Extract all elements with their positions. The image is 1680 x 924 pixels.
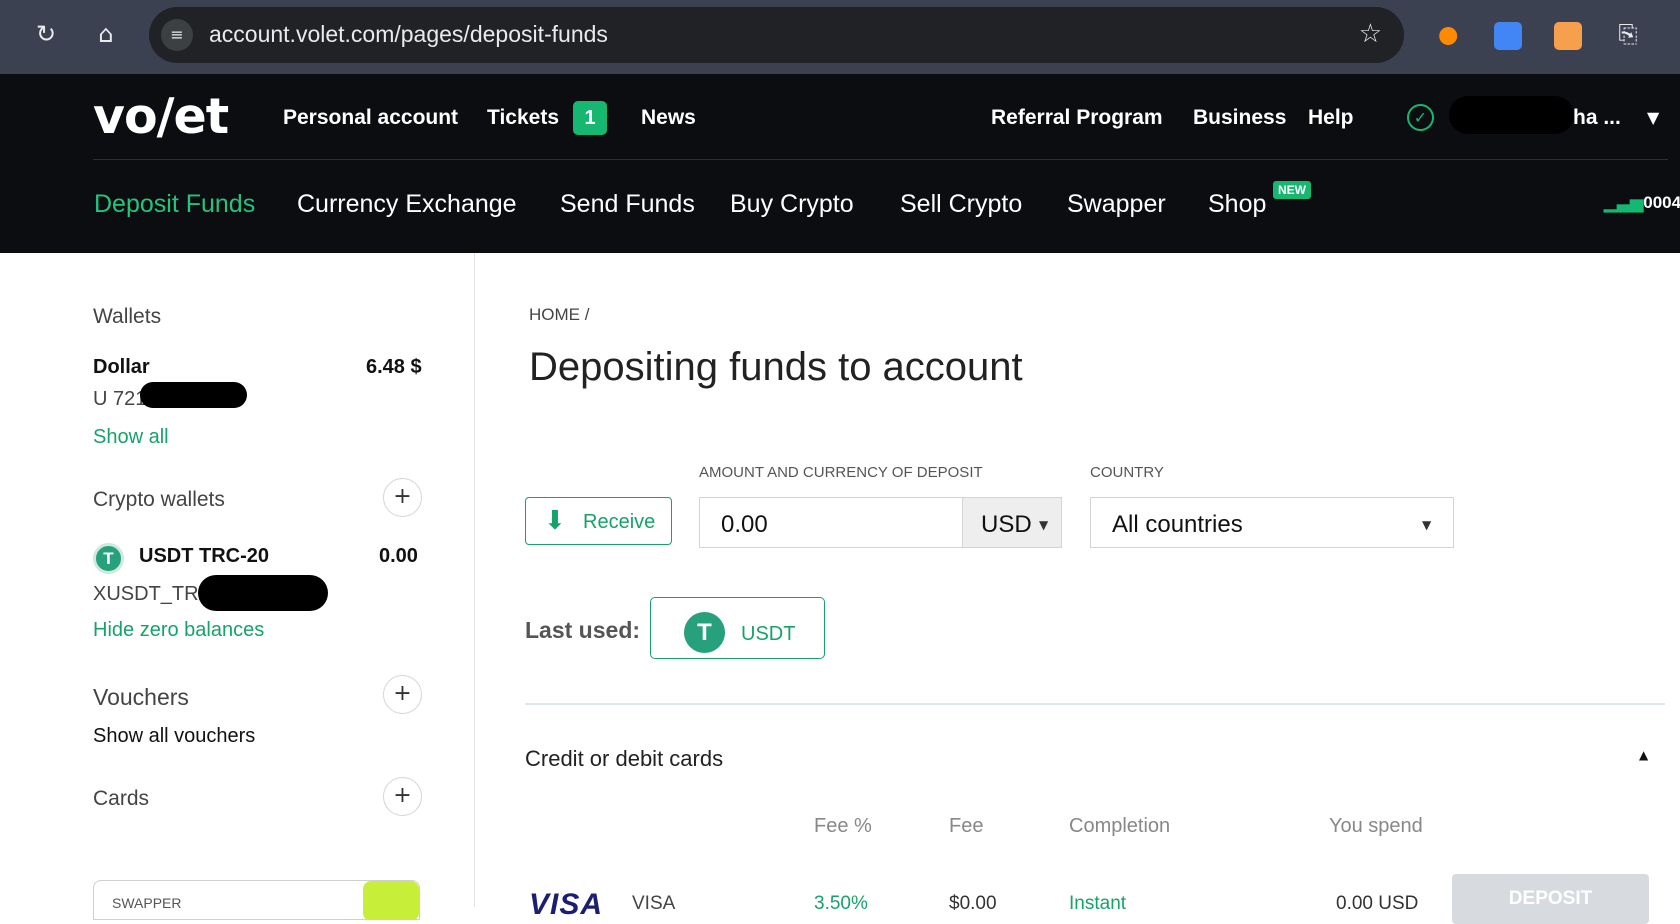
column-fee-percent: Fee % bbox=[814, 815, 872, 837]
tickets-count-badge[interactable]: 1 bbox=[573, 101, 607, 135]
nav-business[interactable]: Business bbox=[1193, 106, 1286, 130]
redaction bbox=[140, 382, 247, 408]
show-all-link[interactable]: Show all bbox=[93, 426, 169, 449]
column-you-spend: You spend bbox=[1329, 815, 1423, 837]
swapper-widget[interactable]: SWAPPER bbox=[93, 880, 420, 920]
column-completion: Completion bbox=[1069, 815, 1171, 837]
breadcrumb[interactable]: HOME / bbox=[529, 305, 589, 325]
nav-shop[interactable]: Shop bbox=[1208, 190, 1266, 219]
sidebar-divider bbox=[474, 253, 475, 907]
chevron-down-icon: ▼ bbox=[1039, 518, 1049, 532]
last-used-label: Last used: bbox=[525, 617, 641, 643]
credit-cards-section-title[interactable]: Credit or debit cards bbox=[525, 746, 723, 772]
stats-value: 0004 bbox=[1643, 193, 1680, 212]
method-completion: Instant bbox=[1069, 893, 1127, 914]
wallets-title: Wallets bbox=[93, 305, 162, 328]
column-fee: Fee bbox=[949, 815, 984, 837]
nav-send-funds[interactable]: Send Funds bbox=[560, 190, 695, 219]
nav-tickets[interactable]: Tickets bbox=[487, 106, 559, 130]
currency-value: USD bbox=[981, 511, 1032, 538]
last-used-currency: USDT bbox=[741, 623, 796, 645]
redaction bbox=[198, 575, 328, 611]
last-used-usdt-button[interactable]: T USDT bbox=[650, 597, 825, 659]
extension-icon[interactable] bbox=[1554, 22, 1582, 50]
hide-zero-balances-link[interactable]: Hide zero balances bbox=[93, 619, 264, 642]
site-header bbox=[0, 74, 1680, 253]
dollar-wallet-balance: 6.48 $ bbox=[366, 356, 422, 378]
extension-icon[interactable] bbox=[1437, 22, 1465, 50]
new-badge: NEW bbox=[1273, 181, 1311, 199]
volet-logo[interactable]: vo/et bbox=[93, 88, 229, 145]
currency-select[interactable]: USD ▼ bbox=[962, 497, 1062, 548]
translate-extension-icon[interactable] bbox=[1494, 22, 1522, 50]
nav-help[interactable]: Help bbox=[1308, 106, 1354, 130]
user-name[interactable]: ha ... bbox=[1573, 106, 1621, 130]
method-fee-percent: 3.50% bbox=[814, 893, 868, 914]
add-card-button[interactable]: + bbox=[383, 777, 422, 816]
show-all-vouchers-link[interactable]: Show all vouchers bbox=[93, 725, 255, 748]
browser-toolbar: ↻ ⌂ ≡ account.volet.com/pages/deposit-fu… bbox=[0, 0, 1680, 74]
nav-referral-program[interactable]: Referral Program bbox=[991, 106, 1163, 130]
bar-chart-icon: ▁▃▅ bbox=[1604, 193, 1644, 212]
dollar-wallet-name[interactable]: Dollar bbox=[93, 356, 150, 379]
verified-check-icon: ✓ bbox=[1407, 104, 1434, 131]
nav-news[interactable]: News bbox=[641, 106, 696, 130]
address-bar[interactable]: ≡ account.volet.com/pages/deposit-funds … bbox=[149, 7, 1404, 63]
nav-divider bbox=[93, 159, 1668, 160]
tether-icon: T bbox=[93, 543, 124, 574]
country-select[interactable]: All countries ▼ bbox=[1090, 497, 1454, 548]
nav-deposit-funds[interactable]: Deposit Funds bbox=[94, 190, 255, 219]
swapper-label: SWAPPER bbox=[112, 895, 182, 911]
add-voucher-button[interactable]: + bbox=[383, 675, 422, 714]
chevron-down-icon: ▼ bbox=[1422, 518, 1432, 532]
method-fee: $0.00 bbox=[949, 893, 997, 914]
cards-title: Cards bbox=[93, 787, 150, 810]
tether-icon: T bbox=[684, 612, 725, 653]
home-icon[interactable]: ⌂ bbox=[90, 18, 122, 50]
vouchers-title: Vouchers bbox=[93, 684, 189, 710]
method-you-spend: 0.00 USD bbox=[1336, 893, 1419, 914]
dollar-wallet-account: U 721 bbox=[93, 388, 147, 410]
section-divider bbox=[525, 703, 1665, 705]
method-name: VISA bbox=[632, 893, 676, 914]
nav-swapper[interactable]: Swapper bbox=[1067, 190, 1166, 219]
receive-button[interactable]: ⬇ Receive bbox=[525, 497, 672, 545]
url-text[interactable]: account.volet.com/pages/deposit-funds bbox=[209, 21, 608, 48]
chevron-up-icon[interactable]: ▲ bbox=[1639, 748, 1648, 762]
visa-logo: VISA bbox=[529, 888, 604, 921]
reload-icon[interactable]: ↻ bbox=[30, 18, 62, 50]
page-title: Depositing funds to account bbox=[529, 345, 1023, 389]
add-crypto-wallet-button[interactable]: + bbox=[383, 478, 422, 517]
usdt-wallet-balance: 0.00 bbox=[379, 545, 418, 567]
receive-button-label: Receive bbox=[583, 511, 656, 533]
nav-currency-exchange[interactable]: Currency Exchange bbox=[297, 190, 517, 219]
star-icon[interactable]: ☆ bbox=[1359, 19, 1382, 49]
stats-indicator[interactable]: ▁▃▅0004 bbox=[1604, 193, 1680, 213]
nav-buy-crypto[interactable]: Buy Crypto bbox=[730, 190, 854, 219]
nav-sell-crypto[interactable]: Sell Crypto bbox=[900, 190, 1022, 219]
extensions-puzzle-icon[interactable]: ⎘ bbox=[1612, 18, 1644, 50]
swapper-toggle[interactable] bbox=[363, 881, 419, 919]
redacted-user bbox=[1449, 96, 1574, 134]
usdt-wallet-name[interactable]: USDT TRC-20 bbox=[139, 545, 269, 568]
chevron-down-icon[interactable]: ▼ bbox=[1647, 108, 1659, 127]
deposit-button[interactable]: DEPOSIT bbox=[1452, 874, 1649, 924]
amount-input[interactable]: 0.00 bbox=[699, 497, 963, 548]
amount-label: AMOUNT AND CURRENCY OF DEPOSIT bbox=[699, 464, 983, 481]
nav-personal-account[interactable]: Personal account bbox=[283, 106, 458, 130]
crypto-wallets-title: Crypto wallets bbox=[93, 488, 225, 511]
country-label: COUNTRY bbox=[1090, 464, 1164, 481]
arrow-down-icon: ⬇ bbox=[544, 506, 566, 536]
site-settings-icon[interactable]: ≡ bbox=[161, 19, 193, 51]
country-value: All countries bbox=[1112, 511, 1243, 538]
